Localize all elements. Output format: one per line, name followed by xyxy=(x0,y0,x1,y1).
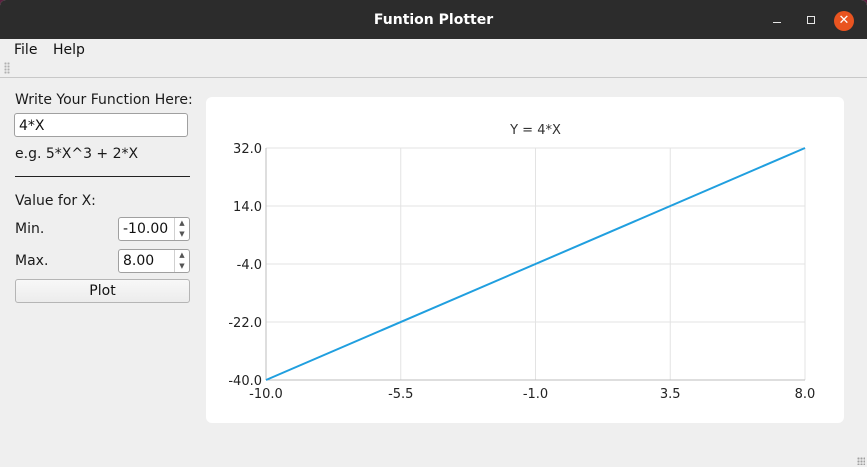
chart-title: Y = 4*X xyxy=(509,123,561,138)
min-spin-arrows: ▲ ▼ xyxy=(174,218,189,240)
spin-down-icon[interactable]: ▼ xyxy=(175,261,189,272)
function-input[interactable]: 4*X xyxy=(14,113,188,137)
min-label: Min. xyxy=(15,221,45,237)
function-example-text: e.g. 5*X^3 + 2*X xyxy=(15,146,139,162)
min-value[interactable]: -10.00 xyxy=(123,218,168,240)
y-tick-label: 14.0 xyxy=(233,200,262,215)
chart-panel: Y = 4*X -10.0 -5.5 -1.0 3.5 8.0 32.0 14.0 -4.0 -2… xyxy=(206,97,844,423)
x-tick-label: -1.0 xyxy=(523,387,548,402)
toolbar-divider xyxy=(0,77,867,78)
max-label: Max. xyxy=(15,253,49,269)
min-spinbox[interactable]: -10.00 ▲ ▼ xyxy=(118,217,190,241)
spin-up-icon[interactable]: ▲ xyxy=(175,250,189,261)
menu-file[interactable]: File xyxy=(14,42,37,58)
max-value[interactable]: 8.00 xyxy=(123,250,154,272)
maximize-button[interactable] xyxy=(794,0,828,39)
close-button[interactable]: ✕ xyxy=(834,11,854,31)
app-window: Funtion Plotter ✕ File Help Write Your F… xyxy=(0,0,867,467)
y-tick-label: -22.0 xyxy=(228,316,262,331)
x-range-label: Value for X: xyxy=(15,193,96,209)
window-title: Funtion Plotter xyxy=(373,12,494,28)
resize-grip[interactable] xyxy=(857,457,865,465)
function-prompt-label: Write Your Function Here: xyxy=(15,92,193,108)
menu-bar: File Help xyxy=(0,39,867,61)
y-tick-label: 32.0 xyxy=(233,142,262,157)
x-tick-label: 3.5 xyxy=(660,387,681,402)
function-chart: Y = 4*X -10.0 -5.5 -1.0 3.5 8.0 32.0 14.0 -4.0 -2… xyxy=(228,123,816,402)
close-icon: ✕ xyxy=(838,13,850,28)
section-divider xyxy=(15,176,190,177)
y-tick-label: -4.0 xyxy=(237,258,262,273)
toolbar-handle[interactable] xyxy=(4,62,10,74)
minimize-icon xyxy=(773,22,781,23)
spin-up-icon[interactable]: ▲ xyxy=(175,218,189,229)
x-tick-label: -5.5 xyxy=(388,387,413,402)
x-tick-label: -10.0 xyxy=(249,387,283,402)
maximize-icon xyxy=(807,16,815,24)
x-tick-label: 8.0 xyxy=(795,387,816,402)
spin-down-icon[interactable]: ▼ xyxy=(175,229,189,240)
menu-help[interactable]: Help xyxy=(53,42,85,58)
max-spinbox[interactable]: 8.00 ▲ ▼ xyxy=(118,249,190,273)
y-tick-label: -40.0 xyxy=(228,374,262,389)
minimize-button[interactable] xyxy=(760,0,794,39)
plot-button[interactable]: Plot xyxy=(15,279,190,303)
max-spin-arrows: ▲ ▼ xyxy=(174,250,189,272)
title-bar[interactable]: Funtion Plotter ✕ xyxy=(0,0,867,39)
